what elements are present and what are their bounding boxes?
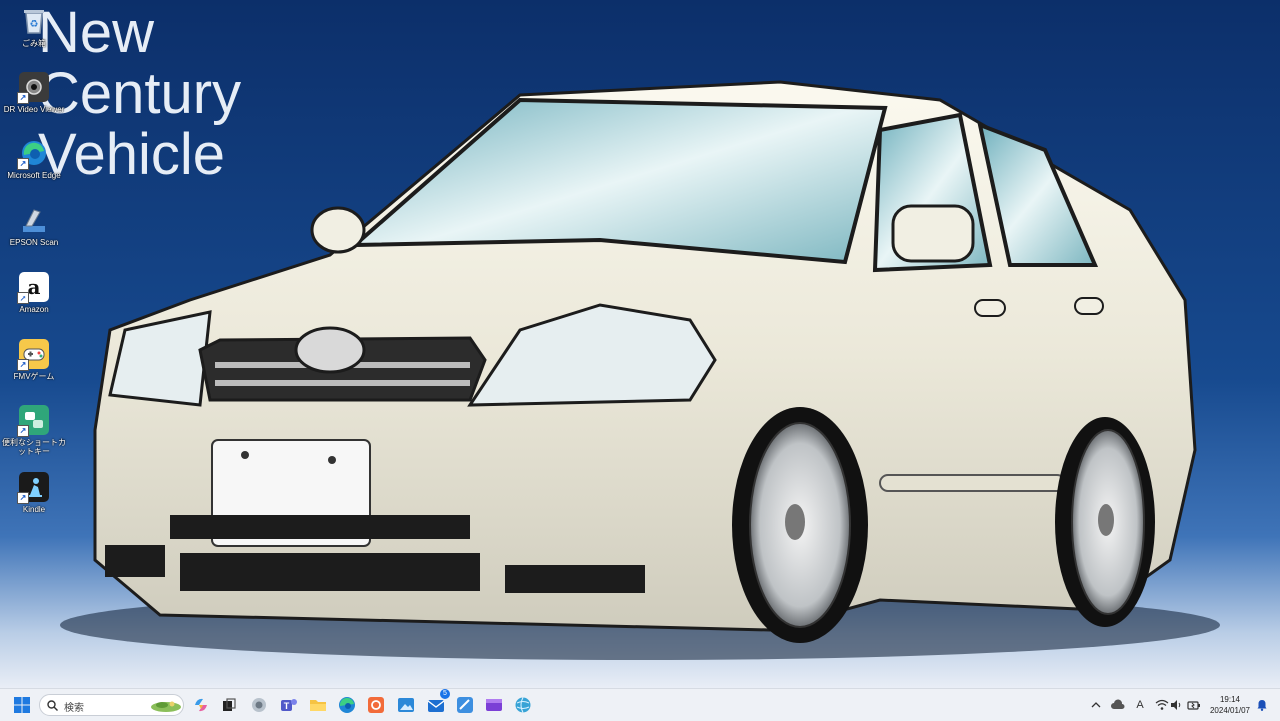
edge-icon xyxy=(339,697,355,713)
copilot-icon xyxy=(195,698,207,712)
tray-ime-button[interactable]: A xyxy=(1130,693,1150,717)
clock-time: 19:14 xyxy=(1219,695,1241,704)
dashcam-icon: ↗ xyxy=(17,72,49,104)
desktop-icon-dr-video-viewer[interactable]: ↗ DR Video Viewer xyxy=(0,72,68,114)
amazon-icon: a ↗ xyxy=(17,272,49,304)
taskbar-file-explorer-button[interactable] xyxy=(306,693,330,717)
video-editor-icon xyxy=(486,699,502,711)
taskbar-snipping-button[interactable] xyxy=(453,693,477,717)
folder-icon xyxy=(310,700,326,711)
orange-app-icon xyxy=(368,697,384,713)
desktop-icon-label: FMVゲーム xyxy=(13,372,55,381)
edge-icon: ↗ xyxy=(17,138,49,170)
tray-volume-button[interactable] xyxy=(1166,693,1186,717)
notification-bell-button[interactable] xyxy=(1254,693,1270,717)
svg-text:♻: ♻ xyxy=(30,19,39,30)
wallpaper-title-line: Century xyxy=(38,61,242,126)
globe-icon xyxy=(515,697,531,713)
volume-icon xyxy=(1171,700,1181,710)
desktop-icon-label: Kindle xyxy=(22,505,46,514)
start-button[interactable] xyxy=(10,693,34,717)
desktop-icon-label: Microsoft Edge xyxy=(7,171,61,180)
clock-date: 2024/01/07 xyxy=(1209,706,1251,715)
teams-icon: T xyxy=(281,699,297,711)
taskbar-widgets-button[interactable] xyxy=(247,693,271,717)
show-hidden-icons-button[interactable] xyxy=(1086,693,1106,717)
recycle-bin-icon: ♻ xyxy=(19,6,49,36)
tray-battery-button[interactable] xyxy=(1184,693,1204,717)
windows-logo-icon xyxy=(14,697,30,713)
taskbar: 検索 T 5 A 19:14 2024/01/07 xyxy=(0,688,1280,721)
desktop-icon-label: EPSON Scan xyxy=(9,238,59,247)
mail-badge: 5 xyxy=(440,689,450,699)
kindle-icon: ↗ xyxy=(17,472,49,504)
shortcut-arrow-icon: ↗ xyxy=(17,92,29,104)
taskbar-copilot-button[interactable] xyxy=(189,693,213,717)
mail-icon xyxy=(427,700,445,712)
shortcut-arrow-icon: ↗ xyxy=(17,425,29,437)
ime-indicator: A xyxy=(1136,699,1144,711)
game-controller-icon: ↗ xyxy=(17,339,49,371)
wallpaper-title-line: New xyxy=(38,0,155,65)
taskbar-search-box[interactable]: 検索 xyxy=(39,694,184,716)
wallpaper-title: New Century Vehicle xyxy=(38,2,241,185)
taskbar-edge-button[interactable] xyxy=(335,693,359,717)
taskbar-photos-button[interactable] xyxy=(394,693,418,717)
shortcut-keys-icon: ↗ xyxy=(17,405,49,437)
desktop-icon-microsoft-edge[interactable]: ↗ Microsoft Edge xyxy=(0,138,68,180)
battery-plug-icon xyxy=(1187,701,1200,710)
taskbar-mail-button[interactable]: 5 xyxy=(424,689,450,717)
bell-icon xyxy=(1257,700,1267,711)
desktop-icon-label: Amazon xyxy=(19,305,49,314)
search-placeholder: 検索 xyxy=(64,703,84,714)
cloud-sync-icon xyxy=(1111,699,1125,709)
search-highlight-icon xyxy=(151,701,181,712)
wallpaper-title-line: Vehicle xyxy=(38,122,226,187)
desktop-icon-kindle[interactable]: ↗ Kindle xyxy=(0,472,68,514)
desktop-icon-shortcut-keys[interactable]: ↗ 便利なショートカットキー xyxy=(0,405,68,456)
widgets-icon xyxy=(252,698,266,712)
taskbar-app-orange-button[interactable] xyxy=(364,693,388,717)
desktop-icon-label: 便利なショートカットキー xyxy=(2,438,66,456)
desktop-icon-amazon[interactable]: a ↗ Amazon xyxy=(0,272,68,314)
desktop-icon-label: ごみ箱 xyxy=(22,39,46,48)
taskbar-clock[interactable]: 19:14 2024/01/07 xyxy=(1204,694,1256,716)
taskbar-teams-button[interactable]: T xyxy=(277,693,301,717)
taskbar-clipchamp-button[interactable] xyxy=(482,693,506,717)
photos-icon xyxy=(398,698,414,712)
desktop-icon-epson-scan[interactable]: EPSON Scan xyxy=(0,205,68,247)
task-view-icon xyxy=(223,698,236,711)
shortcut-arrow-icon: ↗ xyxy=(17,292,29,304)
chevron-up-icon xyxy=(1091,702,1101,708)
tray-onedrive-button[interactable] xyxy=(1108,693,1128,717)
search-icon xyxy=(47,700,58,711)
desktop-icon-recycle-bin[interactable]: ♻ ごみ箱 xyxy=(0,6,68,48)
desktop-icon-label: DR Video Viewer xyxy=(3,105,65,114)
taskbar-task-view-button[interactable] xyxy=(217,693,241,717)
taskbar-globe-app-button[interactable] xyxy=(511,693,535,717)
shortcut-arrow-icon: ↗ xyxy=(17,359,29,371)
shortcut-arrow-icon: ↗ xyxy=(17,492,29,504)
desktop: New Century Vehicle ♻ ごみ箱 ↗ DR Video Vie… xyxy=(0,0,1280,688)
svg-text:T: T xyxy=(284,701,290,711)
desktop-icon-fmv-game[interactable]: ↗ FMVゲーム xyxy=(0,339,68,381)
scanner-icon xyxy=(19,205,49,235)
image-editor-icon xyxy=(457,697,473,713)
shortcut-arrow-icon: ↗ xyxy=(17,158,29,170)
